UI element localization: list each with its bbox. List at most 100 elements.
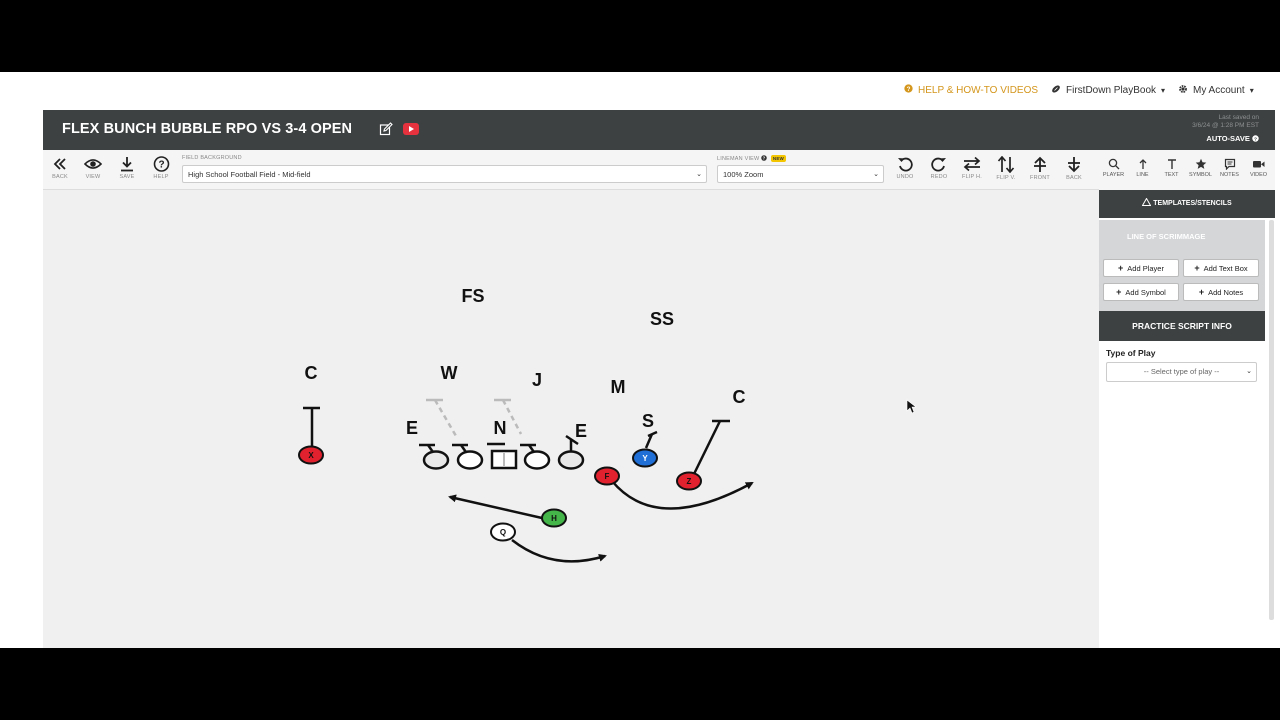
tab-text[interactable]: TEXT	[1157, 158, 1186, 178]
lineman-view-label: LINEMAN VIEW ? NEW	[717, 155, 787, 163]
add-notes-button[interactable]: + Add Notes	[1183, 283, 1259, 301]
tab-player[interactable]: PLAYER	[1099, 158, 1128, 178]
redo-button[interactable]: REDO	[924, 156, 954, 180]
player-x[interactable]: X	[298, 445, 324, 465]
offensive-line[interactable]	[422, 449, 585, 470]
add-player-button[interactable]: + Add Player	[1103, 259, 1179, 277]
chevron-down-icon: ⌄	[1246, 368, 1252, 375]
defender-fs[interactable]: FS	[461, 286, 484, 306]
line-of-scrimmage-label: LINE OF SCRIMMAGE	[1127, 232, 1206, 241]
player-z[interactable]: Z	[676, 471, 702, 491]
right-sidebar: PLAYER LINE TEXT SYMBOL NOTES VIDEO TEMP…	[1099, 150, 1275, 648]
svg-text:F: F	[605, 472, 610, 481]
video-camera-icon	[1253, 161, 1265, 168]
player-h[interactable]: H	[541, 508, 567, 528]
star-icon	[1195, 158, 1206, 169]
svg-text:Y: Y	[642, 454, 648, 463]
templates-stencils-button[interactable]: TEMPLATES/STENCILS	[1099, 190, 1275, 218]
type-of-play-label: Type of Play	[1106, 348, 1156, 358]
arrow-down-icon	[1068, 157, 1080, 173]
bring-front-button[interactable]: FRONT	[1025, 156, 1055, 181]
undo-button[interactable]: UNDO	[890, 156, 920, 180]
svg-text:X: X	[308, 451, 314, 460]
tab-symbol[interactable]: SYMBOL	[1186, 158, 1215, 178]
shapes-icon	[1141, 197, 1153, 207]
back-button[interactable]: BACK	[45, 156, 75, 180]
line-of-scrimmage-panel: LINE OF SCRIMMAGE + Add Player + Add Tex…	[1099, 220, 1265, 311]
arrow-up-icon	[1034, 156, 1046, 172]
plus-icon: +	[1198, 287, 1205, 297]
svg-text:Z: Z	[687, 477, 692, 486]
defender-m[interactable]: M	[611, 377, 626, 397]
add-symbol-button[interactable]: + Add Symbol	[1103, 283, 1179, 301]
player-f[interactable]: F	[594, 466, 620, 486]
caret-down-icon: ▾	[1249, 86, 1254, 95]
editor-toolbar: BACK VIEW SAVE ? HELP FIELD BACKGROUND H…	[43, 150, 1099, 190]
defender-s[interactable]: S	[642, 411, 654, 431]
defender-w[interactable]: W	[441, 363, 458, 383]
question-circle-icon: ?	[904, 84, 913, 96]
player-q[interactable]: Q	[490, 522, 516, 542]
left-margin	[0, 72, 43, 648]
defender-c-left[interactable]: C	[305, 363, 318, 383]
text-icon	[1167, 159, 1176, 169]
plus-icon: +	[1116, 287, 1122, 297]
flip-vertical-button[interactable]: FLIP V.	[991, 156, 1021, 181]
tab-notes[interactable]: NOTES	[1215, 158, 1244, 178]
edit-title-icon[interactable]	[379, 122, 393, 141]
double-chevron-left-icon	[53, 158, 66, 170]
defender-j[interactable]: J	[532, 370, 542, 390]
flip-horizontal-button[interactable]: FLIP H.	[957, 156, 987, 180]
download-icon	[121, 157, 133, 172]
swap-vertical-icon	[997, 156, 1015, 173]
tab-line[interactable]: LINE	[1128, 158, 1157, 178]
practice-script-info-header: PRACTICE SCRIPT INFO	[1099, 311, 1265, 341]
defender-ss[interactable]: SS	[650, 309, 674, 329]
field-background-label: FIELD BACKGROUND	[182, 155, 242, 161]
last-saved-text: Last saved on 3/6/24 @ 1:28 PM EST	[1192, 114, 1259, 129]
defender-e-right[interactable]: E	[575, 421, 587, 441]
chevron-down-icon: ⌄	[873, 171, 879, 178]
sidebar-tabs: PLAYER LINE TEXT SYMBOL NOTES VIDEO	[1099, 150, 1275, 190]
playbook-menu-label: FirstDown PlayBook	[1066, 85, 1157, 96]
defender-n[interactable]: N	[494, 418, 507, 438]
account-menu[interactable]: My Account ▾	[1178, 84, 1254, 97]
autosave-toggle[interactable]: AUTO-SAVE ?	[1206, 134, 1259, 143]
field-background-select[interactable]: High School Football Field - Mid-field ⌄	[182, 165, 707, 183]
save-button[interactable]: SAVE	[112, 156, 142, 180]
player-y[interactable]: Y	[632, 448, 658, 468]
defender-e-left[interactable]: E	[406, 418, 418, 438]
caret-down-icon: ▾	[1161, 86, 1166, 95]
help-link[interactable]: ? HELP & HOW-TO VIDEOS	[904, 84, 1038, 96]
undo-icon	[898, 157, 913, 172]
swap-horizontal-icon	[963, 156, 981, 172]
add-text-box-button[interactable]: + Add Text Box	[1183, 259, 1259, 277]
defender-c-right[interactable]: C	[733, 387, 746, 407]
type-of-play-select[interactable]: -- Select type of play -- ⌄	[1106, 362, 1257, 382]
svg-text:?: ?	[158, 160, 164, 171]
chevron-down-icon: ⌄	[696, 171, 702, 178]
send-back-button[interactable]: BACK	[1059, 156, 1089, 181]
eye-icon	[84, 159, 102, 169]
new-badge: NEW	[770, 155, 787, 163]
gear-icon	[1178, 84, 1188, 97]
mouse-cursor-icon	[906, 399, 917, 414]
playbook-menu[interactable]: FirstDown PlayBook ▾	[1051, 84, 1165, 97]
svg-text:Q: Q	[500, 528, 506, 537]
lineman-view-select[interactable]: 100% Zoom ⌄	[717, 165, 884, 183]
help-link-label: HELP & HOW-TO VIDEOS	[918, 84, 1039, 96]
tab-video[interactable]: VIDEO	[1244, 158, 1273, 178]
sidebar-scrollbar[interactable]	[1269, 220, 1274, 620]
plus-icon: +	[1194, 263, 1200, 273]
youtube-icon[interactable]	[403, 123, 419, 135]
help-button[interactable]: ? HELP	[146, 156, 176, 180]
player-search-icon	[1108, 158, 1119, 170]
play-canvas[interactable]: FS SS C W J M C E N E S X F Y Z H Q	[43, 190, 1099, 648]
view-button[interactable]: VIEW	[78, 156, 108, 180]
right-scroll-strip	[1275, 72, 1280, 648]
svg-text:?: ?	[763, 156, 766, 161]
notes-icon	[1224, 158, 1235, 170]
plus-icon: +	[1118, 263, 1124, 273]
routes[interactable]	[448, 480, 754, 563]
svg-text:?: ?	[1254, 136, 1257, 142]
